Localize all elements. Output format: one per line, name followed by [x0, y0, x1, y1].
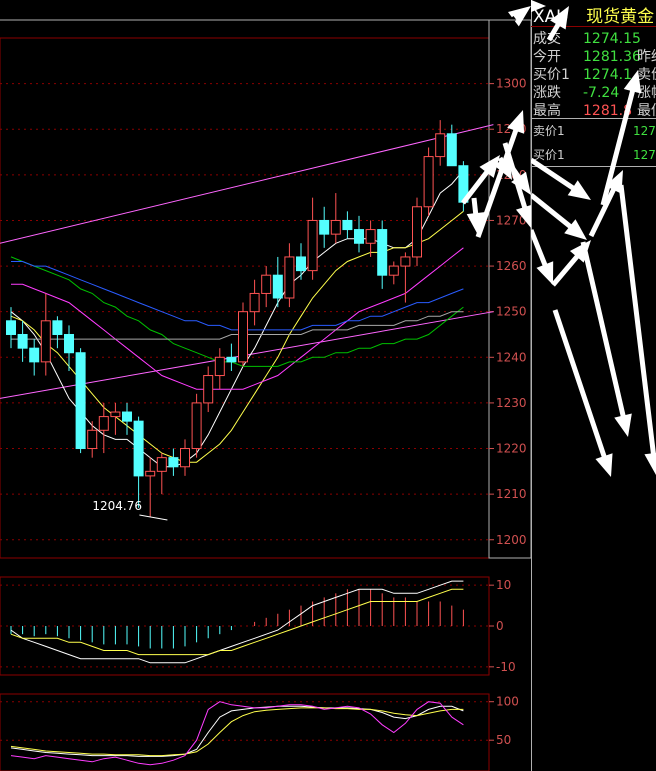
forecast-arrow: [531, 193, 587, 240]
candle-up: [191, 393, 202, 458]
candle-body: [29, 347, 40, 363]
forecast-arrow: [546, 6, 569, 42]
candle-body: [446, 133, 457, 167]
gold-chart[interactable]: 1200121012201230124012501260127012801290…: [0, 0, 531, 771]
candle-body: [203, 375, 214, 404]
candle-down: [75, 348, 86, 454]
candle-body: [133, 420, 144, 477]
arrow-shape: [531, 0, 546, 13]
candle-body: [110, 411, 121, 418]
tick-label: 1250: [496, 305, 527, 319]
forecast-arrow: [531, 157, 591, 200]
candle-body: [272, 274, 283, 299]
candle-body: [75, 352, 86, 450]
tick-label: 1300: [496, 77, 527, 91]
candle-body: [226, 356, 237, 363]
candle-body: [435, 133, 446, 158]
candle-body: [377, 229, 388, 276]
tick-label: 1200: [496, 533, 527, 547]
candle-body: [238, 311, 248, 363]
quote-panel: XAU 现货黄金 成交1274.15今开1281.36昨结买价11274.1卖价…: [531, 0, 656, 771]
forecast-arrows-right: [531, 0, 656, 477]
candle-body: [87, 429, 98, 450]
forecast-arrow: [531, 0, 546, 13]
tick-label: 100: [496, 695, 519, 709]
arrow-shape: [531, 157, 591, 200]
candle-body: [412, 206, 422, 258]
tick-label: 1260: [496, 259, 527, 273]
candle-body: [64, 333, 74, 354]
candle-up: [412, 197, 422, 267]
tick-label: -10: [496, 660, 516, 674]
candle-body: [180, 448, 190, 468]
candle-body: [214, 356, 225, 377]
forecast-arrow: [531, 229, 554, 285]
candle-body: [307, 219, 318, 272]
tick-label: 10: [496, 578, 511, 592]
tick-label: 50: [496, 733, 511, 747]
candle-body: [388, 265, 399, 276]
candle-body: [284, 256, 295, 299]
candle-body: [342, 219, 353, 231]
candle-body: [156, 457, 167, 472]
candle-body: [17, 333, 28, 349]
candle-body: [122, 411, 132, 422]
candle-body: [423, 156, 434, 208]
candle-body: [249, 292, 260, 313]
candle-up: [423, 147, 434, 216]
candle-body: [98, 416, 109, 431]
candle-body: [400, 256, 411, 267]
candle-body: [319, 219, 330, 235]
candle-body: [191, 402, 202, 450]
candle-body: [52, 320, 63, 335]
tick-label: 1230: [496, 396, 527, 410]
candle-body: [40, 320, 51, 363]
candle-body: [296, 256, 306, 272]
tick-label: 1210: [496, 487, 527, 501]
low-price-label: 1204.76: [92, 499, 142, 513]
arrow-shape: [531, 229, 554, 285]
candle-up: [238, 302, 248, 367]
candle-body: [145, 470, 156, 477]
arrow-shape: [546, 6, 569, 42]
candle-body: [168, 457, 179, 468]
candle-body: [6, 320, 16, 335]
tick-label: 1240: [496, 350, 527, 364]
tick-label: 0: [496, 619, 504, 633]
candle-body: [365, 229, 376, 244]
candle-body: [261, 274, 272, 294]
arrow-shape: [531, 193, 587, 240]
tick-label: 1220: [496, 442, 527, 456]
candle-body: [354, 229, 364, 244]
candle-body: [330, 219, 341, 235]
